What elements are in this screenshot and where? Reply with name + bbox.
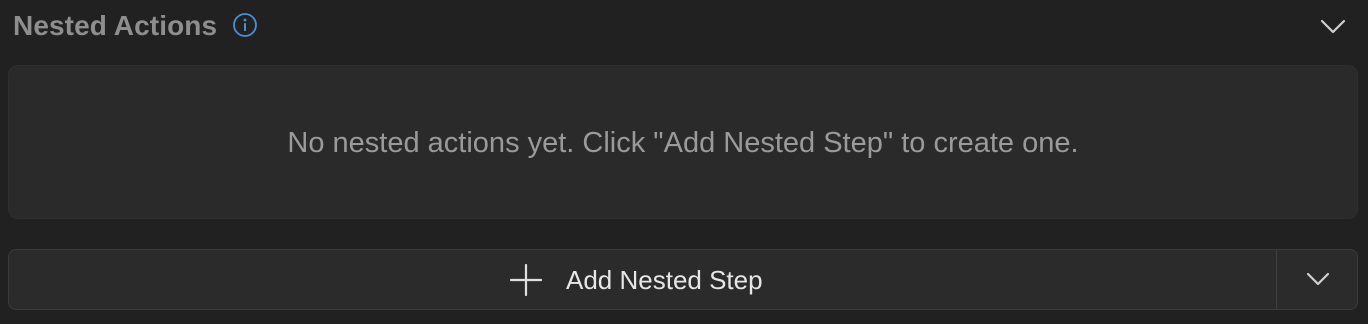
collapse-toggle-chevron-down-icon[interactable] [1316, 12, 1350, 40]
add-step-dropdown-button[interactable] [1277, 250, 1357, 309]
empty-state-panel: No nested actions yet. Click "Add Nested… [8, 65, 1358, 219]
add-step-split-button: Add Nested Step [8, 249, 1358, 310]
section-title: Nested Actions [13, 10, 218, 41]
empty-state-message: No nested actions yet. Click "Add Nested… [287, 127, 1079, 159]
add-nested-step-button[interactable]: Add Nested Step [9, 250, 1276, 309]
chevron-down-icon [1306, 272, 1330, 286]
nested-actions-section: Nested Actions No nested actions yet. Cl… [0, 0, 1368, 324]
add-nested-step-label: Add Nested Step [566, 265, 763, 295]
section-header: Nested Actions [0, 0, 1368, 52]
plus-icon [509, 263, 543, 297]
info-icon[interactable] [232, 12, 258, 38]
